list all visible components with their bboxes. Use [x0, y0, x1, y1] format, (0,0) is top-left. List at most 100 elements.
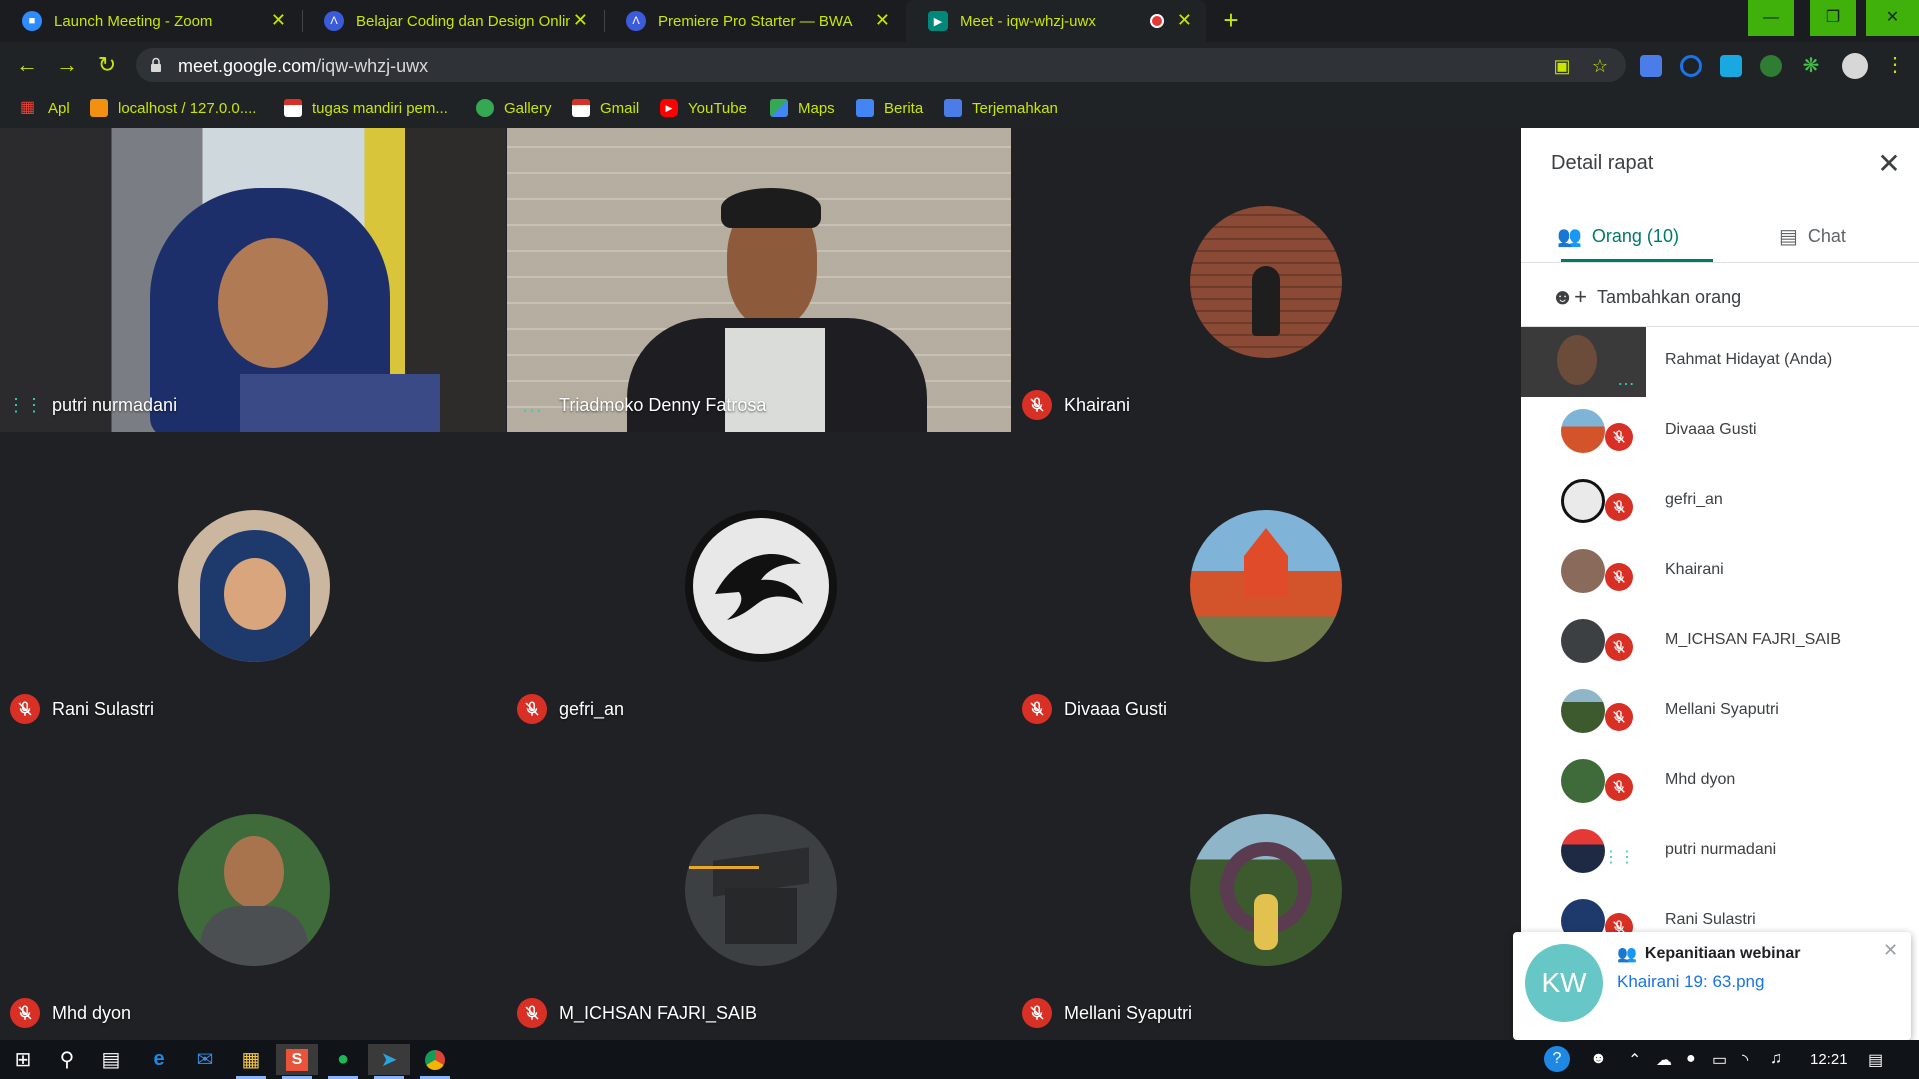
bookmark-tugas[interactable]: tugas mandiri pem... — [284, 97, 448, 119]
mic-off-icon — [10, 694, 40, 724]
participant-avatar — [1190, 206, 1342, 358]
chrome-icon[interactable] — [414, 1044, 456, 1079]
browser-tab-premiere[interactable]: Λ Premiere Pro Starter — BWA ✕ — [604, 0, 904, 42]
bookmark-youtube[interactable]: ▶ YouTube — [660, 97, 747, 119]
browser-tab-meet[interactable]: ▶ Meet - iqw-whzj-uwx ✕ — [906, 0, 1206, 42]
clock[interactable]: 12:21 — [1810, 1051, 1848, 1068]
cloud-icon[interactable]: ☁ — [1656, 1050, 1672, 1070]
windows-start-icon[interactable]: ⊞ — [2, 1044, 44, 1075]
minimize-window-button[interactable]: — — [1748, 0, 1794, 36]
participant-tile[interactable]: … Triadmoko Denny Fatrosa — [507, 128, 1011, 432]
menu-dots-icon[interactable]: ⋮ — [1882, 52, 1908, 78]
translate-extension-icon[interactable] — [1640, 55, 1662, 77]
mic-off-icon — [517, 694, 547, 724]
bookmark-gmail[interactable]: Gmail — [572, 97, 639, 119]
participant-tile[interactable]: Mhd dyon — [0, 736, 506, 1040]
participant-list-avatar — [1561, 759, 1605, 803]
participant-name-row: Rani Sulastri — [10, 694, 154, 724]
close-tab-icon[interactable]: ✕ — [1177, 11, 1192, 29]
participant-list-avatar — [1561, 549, 1605, 593]
close-tab-icon[interactable]: ✕ — [573, 11, 588, 29]
close-icon[interactable]: ✕ — [1883, 940, 1898, 961]
mail-icon[interactable]: ✉ — [184, 1044, 226, 1075]
bookmark-localhost[interactable]: localhost / 127.0.0.... — [90, 97, 256, 119]
tab-chat[interactable]: ▤ Chat — [1779, 216, 1846, 256]
participant-list-item[interactable]: Mhd dyon — [1521, 747, 1919, 817]
extension-screen-icon[interactable] — [1720, 55, 1742, 77]
participant-list-item[interactable]: gefri_an — [1521, 467, 1919, 537]
participant-list-item[interactable]: … Rahmat Hidayat (Anda) — [1521, 327, 1919, 397]
participant-tile[interactable]: Mellani Syaputri — [1012, 736, 1518, 1040]
people-icon: 👥 — [1557, 225, 1582, 248]
participant-list-name: Mellani Syaputri — [1665, 701, 1779, 718]
panel-title: Detail rapat — [1551, 152, 1654, 174]
self-video-thumbnail: … — [1521, 327, 1646, 397]
browser-tab-bwa[interactable]: Λ Belajar Coding dan Design Online ✕ — [302, 0, 602, 42]
participant-tile[interactable]: Divaaa Gusti — [1012, 432, 1518, 736]
star-bookmark-icon[interactable]: ☆ — [1590, 56, 1610, 76]
participant-tile[interactable]: Rani Sulastri — [0, 432, 506, 736]
file-explorer-icon[interactable]: ▦ — [230, 1044, 272, 1079]
bookmark-maps[interactable]: Maps — [770, 97, 835, 119]
participant-avatar — [1190, 814, 1342, 966]
chevron-up-icon[interactable]: ⌃ — [1628, 1050, 1641, 1070]
new-tab-button[interactable]: + — [1218, 7, 1244, 34]
sublime-text-icon[interactable]: S — [276, 1044, 318, 1079]
close-window-button[interactable]: ✕ — [1866, 0, 1919, 36]
wifi-icon[interactable]: ◝ — [1742, 1050, 1748, 1070]
participant-avatar — [685, 510, 837, 662]
zoom-icon: ■ — [22, 11, 42, 31]
tab-label: Orang (10) — [1591, 225, 1679, 246]
spotify-icon[interactable]: ● — [322, 1044, 364, 1079]
forward-arrow-icon[interactable]: → — [54, 52, 80, 78]
participant-list-item[interactable]: Mellani Syaputri — [1521, 677, 1919, 747]
microphone-icon[interactable]: ● — [1686, 1050, 1696, 1068]
restore-window-button[interactable]: ❐ — [1810, 0, 1856, 36]
participant-tile[interactable]: Khairani — [1012, 128, 1518, 432]
extension-color-icon[interactable] — [1760, 55, 1782, 77]
browser-tab-zoom[interactable]: ■ Launch Meeting - Zoom ✕ — [0, 0, 300, 42]
task-view-icon[interactable]: ▤ — [90, 1044, 132, 1075]
search-icon[interactable]: ⚲ — [46, 1044, 88, 1075]
notifications-icon[interactable]: ▤ — [1868, 1050, 1883, 1070]
bookmark-gallery[interactable]: Gallery — [476, 97, 552, 119]
bookmark-apps[interactable]: ▦ Apl — [20, 97, 70, 119]
participant-list-item[interactable]: ⋮⋮ putri nurmadani — [1521, 817, 1919, 887]
close-icon[interactable]: ✕ — [1875, 150, 1903, 178]
volume-icon[interactable]: ♫ — [1770, 1050, 1782, 1068]
participant-list-item[interactable]: M_ICHSAN FAJRI_SAIB — [1521, 607, 1919, 677]
bookmark-berita[interactable]: Berita — [856, 97, 923, 119]
participant-tile[interactable]: gefri_an — [507, 432, 1011, 736]
edge-browser-icon[interactable]: e — [138, 1044, 180, 1075]
camera-icon[interactable]: ▣ — [1552, 56, 1572, 76]
close-tab-icon[interactable]: ✕ — [271, 11, 286, 29]
add-person-icon: ☻+ — [1551, 284, 1587, 309]
participant-list-item[interactable]: Divaaa Gusti — [1521, 397, 1919, 467]
reload-icon[interactable]: ↻ — [94, 52, 120, 78]
mic-off-icon — [1605, 633, 1633, 661]
participant-list-item[interactable]: Khairani — [1521, 537, 1919, 607]
participant-tile[interactable]: M_ICHSAN FAJRI_SAIB — [507, 736, 1011, 1040]
participant-tile[interactable]: ⋮⋮ putri nurmadani — [0, 128, 506, 432]
notification-toast[interactable]: KW 👥 Kepanitiaan webinar Khairani 19: 63… — [1513, 932, 1911, 1040]
help-icon[interactable]: ? — [1544, 1046, 1570, 1072]
mic-off-icon — [1605, 493, 1633, 521]
bookmark-label: Maps — [798, 99, 835, 117]
people-tray-icon[interactable]: ☻ — [1590, 1050, 1607, 1068]
address-bar[interactable]: meet.google.com/iqw-whzj-uwx ▣ ☆ — [136, 48, 1626, 82]
telegram-icon[interactable]: ➤ — [368, 1044, 410, 1079]
tab-people[interactable]: 👥 Orang (10) — [1557, 216, 1679, 256]
participant-list-avatar — [1561, 829, 1605, 873]
gallery-icon — [476, 99, 494, 117]
battery-icon[interactable]: ▭ — [1712, 1050, 1727, 1070]
mic-off-icon — [10, 998, 40, 1028]
extensions-puzzle-icon[interactable]: ❋ — [1800, 55, 1822, 77]
close-tab-icon[interactable]: ✕ — [875, 11, 890, 29]
back-arrow-icon[interactable]: ← — [14, 52, 40, 78]
url-path: /iqw-whzj-uwx — [316, 56, 429, 76]
profile-avatar[interactable] — [1842, 53, 1868, 79]
add-people-button[interactable]: ☻+ Tambahkan orang — [1551, 280, 1741, 314]
bookmark-terjemahkan[interactable]: Terjemahkan — [944, 97, 1058, 119]
extension-circle-icon[interactable] — [1680, 55, 1702, 77]
mic-off-icon — [517, 998, 547, 1028]
